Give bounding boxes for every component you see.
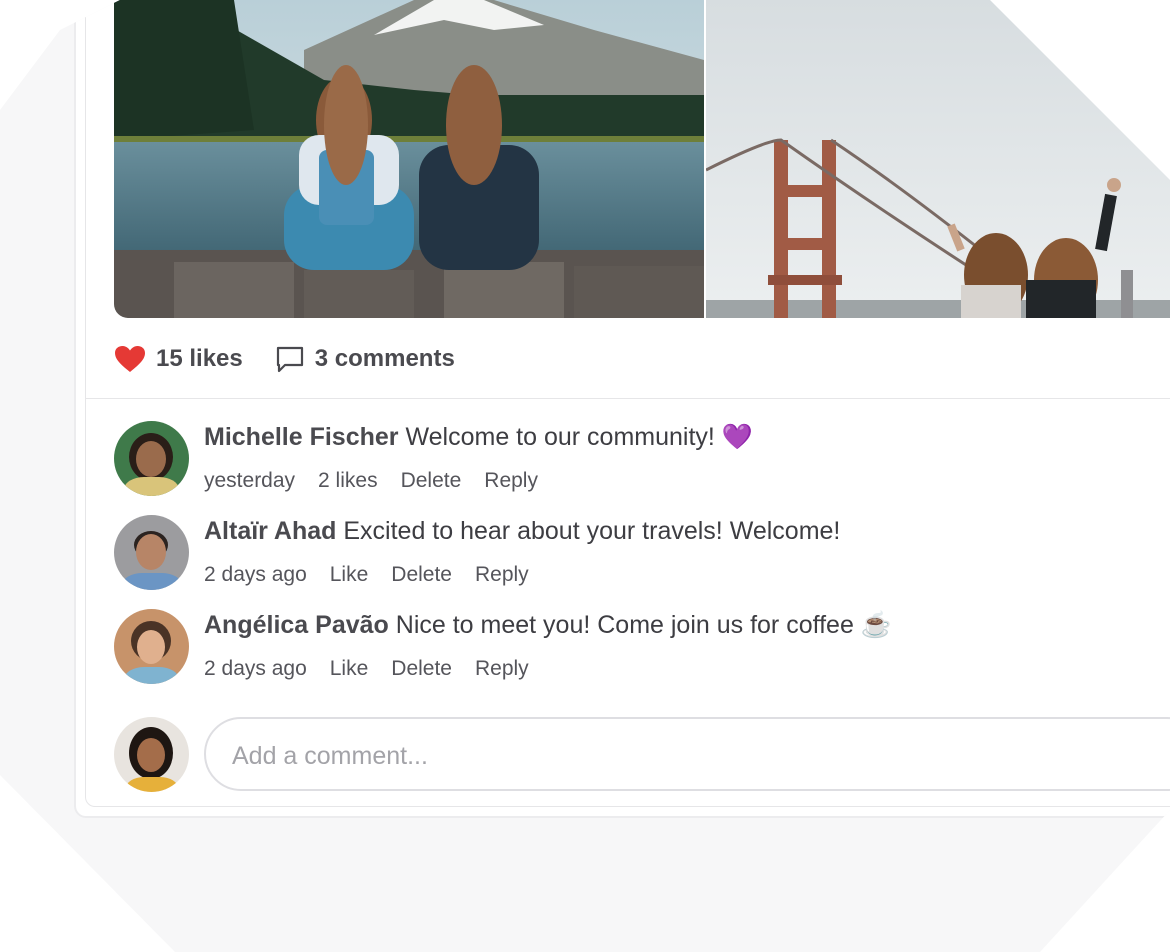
avatar[interactable] (114, 515, 189, 590)
comment-item: Angélica Pavão Nice to meet you! Come jo… (114, 609, 1114, 689)
post-stats: 15 likes 3 comments (114, 337, 455, 381)
comment-item: Michelle Fischer Welcome to our communit… (114, 421, 1114, 501)
comment-author[interactable]: Altaïr Ahad (204, 517, 336, 545)
current-user-avatar[interactable] (114, 717, 189, 792)
comment-author[interactable]: Michelle Fischer (204, 423, 399, 451)
comment-body: Excited to hear about your travels! Welc… (343, 517, 841, 545)
comments-count[interactable]: 3 comments (275, 345, 455, 373)
comment-meta: 2 days ago Like Delete Reply (204, 563, 552, 587)
delete-button[interactable]: Delete (391, 657, 452, 681)
likes-count[interactable]: 15 likes (114, 345, 243, 373)
comments-label: 3 comments (314, 345, 455, 372)
comment-time: 2 days ago (204, 563, 307, 586)
comment-item: Altaïr Ahad Excited to hear about your t… (114, 515, 1114, 595)
comment-time: 2 days ago (204, 657, 307, 680)
comment-input[interactable] (230, 739, 1034, 773)
comment-meta: 2 days ago Like Delete Reply (204, 657, 552, 681)
comment-body: Nice to meet you! Come join us for coffe… (395, 611, 892, 639)
divider (86, 398, 1170, 399)
like-button[interactable]: Like (330, 657, 369, 681)
comment-bubble-icon (275, 345, 305, 373)
post-photo-lake[interactable] (114, 0, 704, 318)
reply-button[interactable]: Reply (475, 563, 529, 587)
comment-composer (114, 717, 1170, 795)
delete-button[interactable]: Delete (401, 469, 462, 493)
reply-button[interactable]: Reply (484, 469, 538, 493)
delete-button[interactable]: Delete (391, 563, 452, 587)
comment-input-container[interactable] (204, 717, 1170, 791)
comment-meta: yesterday 2 likes Delete Reply (204, 469, 561, 493)
screen-frame: 15 likes 3 comments Michelle Fischer Wel… (0, 0, 1170, 952)
comment-text: Altaïr Ahad Excited to hear about your t… (204, 517, 840, 546)
post-photo-bridge[interactable] (706, 0, 1170, 318)
photo-lake-mountain (114, 0, 704, 318)
heart-icon (114, 345, 146, 373)
comment-likes[interactable]: 2 likes (318, 469, 378, 493)
comment-body: Welcome to our community! 💜 (405, 423, 753, 451)
avatar[interactable] (114, 421, 189, 496)
photo-bridge (706, 0, 1170, 318)
comment-text: Angélica Pavão Nice to meet you! Come jo… (204, 611, 892, 640)
comment-time: yesterday (204, 469, 296, 492)
avatar[interactable] (114, 609, 189, 684)
like-button[interactable]: Like (330, 563, 369, 587)
likes-label: 15 likes (156, 345, 243, 372)
comment-author[interactable]: Angélica Pavão (204, 611, 389, 639)
comment-text: Michelle Fischer Welcome to our communit… (204, 423, 753, 452)
reply-button[interactable]: Reply (475, 657, 529, 681)
